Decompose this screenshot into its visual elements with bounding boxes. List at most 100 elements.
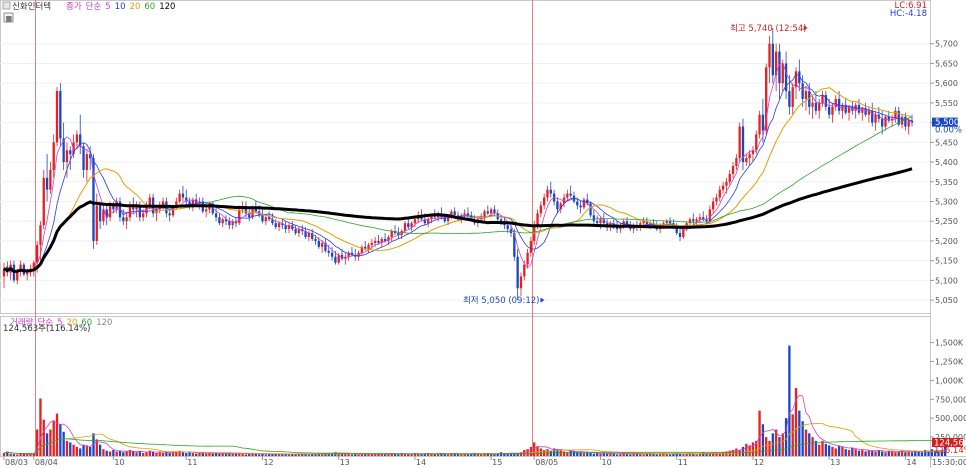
volume-bar [191, 452, 195, 456]
candle-body [758, 114, 761, 135]
volume-bar [264, 454, 267, 456]
candle-body [728, 173, 731, 182]
candle-body [214, 213, 218, 218]
volume-summary: 124,563주(116.14%) [3, 324, 90, 334]
candle-body [543, 197, 546, 206]
volume-bar [480, 454, 483, 456]
volume-bar [569, 450, 572, 456]
current-volume-pct: 116.14% [934, 446, 966, 456]
volume-bar [287, 454, 291, 456]
volume-bar [2, 452, 6, 456]
volume-bar [596, 452, 599, 456]
volume-bar [642, 454, 645, 456]
volume-bar [847, 449, 851, 456]
volume-bar [788, 345, 791, 456]
candle-body [65, 150, 69, 163]
settings-icon[interactable] [2, 1, 11, 10]
time-tick-label: 12 [754, 458, 764, 467]
volume-bar [59, 424, 62, 456]
volume-bar [62, 431, 65, 456]
candle-body [334, 256, 337, 263]
volume-bar [383, 454, 387, 456]
volume-bar [695, 454, 698, 456]
low-marker-label: 최저 5,050 (09:12) [463, 295, 540, 306]
candle-body [576, 201, 579, 206]
volume-bar [745, 443, 748, 456]
candle-body [85, 154, 89, 170]
candle-body [668, 221, 672, 224]
volume-bar [768, 440, 771, 456]
volume-bar [198, 452, 201, 456]
volume-bar [526, 449, 529, 456]
candle-body [821, 95, 824, 103]
volume-bar [834, 448, 837, 456]
candle-body [582, 199, 586, 208]
volume-bar [881, 451, 884, 456]
volume-bar [466, 454, 470, 456]
candle-body [907, 120, 910, 127]
volume-bar [258, 454, 261, 456]
candle-body [874, 114, 877, 123]
volume-bar [818, 444, 821, 456]
candle-body [277, 223, 281, 228]
volume-bar [218, 453, 221, 456]
candle-body [708, 209, 712, 222]
candle-body [108, 205, 112, 218]
candle-body [181, 193, 185, 198]
volume-bar [407, 454, 410, 456]
volume-tick-label: 1,250K [935, 357, 964, 366]
volume-bar [586, 452, 589, 456]
volume-bar [89, 446, 92, 456]
price-tick-label: 5,300 [935, 198, 958, 207]
volume-bar [910, 452, 914, 456]
candle-body [317, 240, 320, 247]
volume-axis: 250,000500,000750,0001,000K1,250K1,500K [930, 339, 966, 442]
volume-bar [460, 454, 463, 456]
volume-bar [271, 454, 274, 456]
volume-bar [821, 440, 824, 456]
volume-bar [115, 451, 118, 456]
candle-body [771, 43, 774, 76]
volume-bar [539, 448, 543, 456]
volume-bar [211, 453, 214, 456]
price-tick-label: 5,700 [935, 40, 958, 49]
chart-tool-glyph: ▦ [6, 15, 13, 23]
candle-body [745, 158, 748, 163]
candle-body [390, 231, 393, 237]
volume-bar [615, 454, 619, 456]
volume-bar [168, 452, 171, 456]
candle-body [82, 146, 85, 170]
price-tick-label: 5,350 [935, 178, 958, 187]
candle-body [55, 91, 59, 143]
current-volume-tag: 124,563 116.14% [932, 438, 966, 456]
ticker-label: 신화인터텍 [12, 1, 51, 12]
candle-body [178, 193, 181, 202]
volume-bar [132, 451, 135, 456]
volume-bar [781, 433, 784, 456]
stock-chart: 신화인터텍 종가 단순 5 10 20 60 120 ▦ LC:6.91 HC:-4.18 … [0, 0, 966, 468]
volume-bar [357, 454, 360, 456]
candle-body [95, 205, 98, 241]
volume-bar [562, 451, 566, 456]
candle-body [529, 240, 533, 253]
candle-body [768, 43, 771, 68]
volume-bar [884, 452, 887, 456]
candle-body [827, 106, 831, 115]
volume-bar [85, 445, 89, 456]
candle-body [35, 244, 39, 263]
price-tick-label: 5,100 [935, 276, 958, 285]
candle-body [168, 213, 171, 216]
volume-bar [125, 451, 128, 456]
volume-bar [824, 443, 827, 456]
candle-body [678, 233, 682, 237]
volume-legend-item: 120 [96, 318, 112, 328]
volume-bar [79, 448, 82, 456]
candle-body [748, 154, 751, 159]
candle-body [330, 252, 334, 257]
volume-bar [12, 454, 16, 456]
candle-body [725, 181, 728, 186]
volume-bar [234, 453, 238, 456]
candle-body [569, 193, 572, 196]
candle-body [221, 219, 224, 224]
volume-bar [827, 445, 831, 456]
